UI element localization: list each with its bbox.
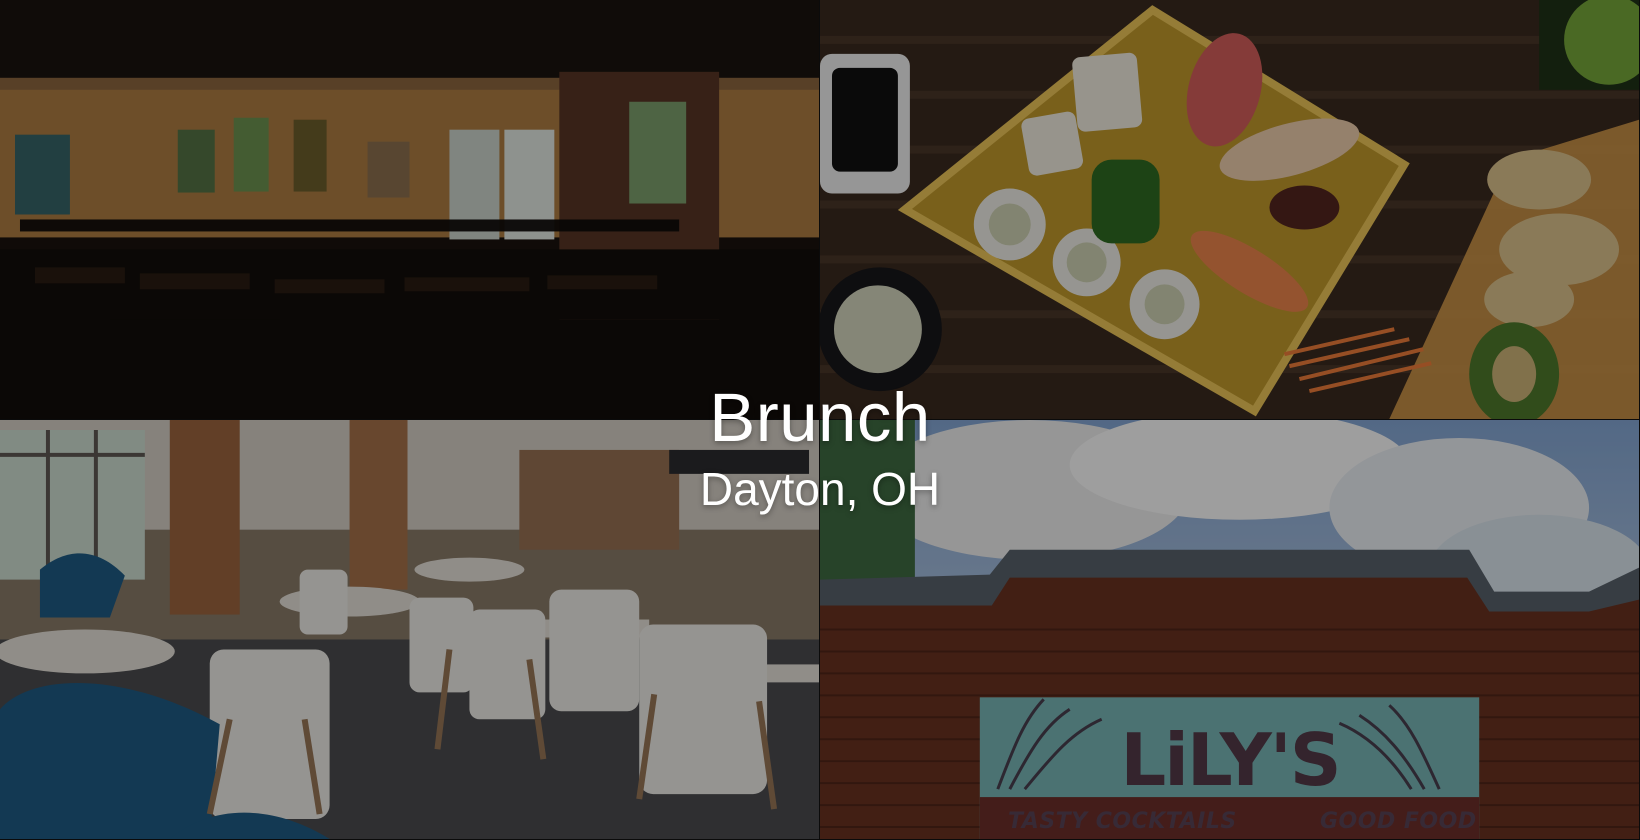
sushi-plate-photo [820,0,1640,420]
brunch-hero: LiLY'S TASTY COCKTAILS GOOD FOOD Brunch … [0,0,1640,840]
restaurant-interior-photo [0,0,820,420]
sign-brand: LiLY'S [1120,718,1341,802]
sign-right-tagline: GOOD FOOD [1320,809,1477,834]
hero-subtitle: Dayton, OH [699,463,941,515]
hero-title: Brunch [709,379,931,456]
hero-copy: Brunch Dayton, OH [0,379,1640,515]
sign-left-tagline: TASTY COCKTAILS [1008,809,1237,834]
